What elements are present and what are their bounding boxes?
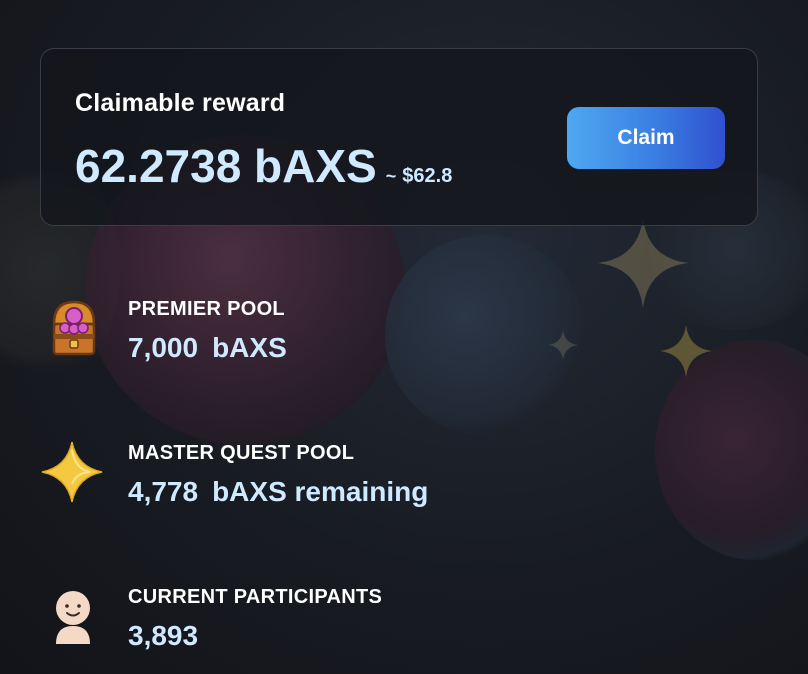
current-participants-value: 3,893 [128,620,199,651]
reward-amount-row: 62.2738 bAXS ~ $62.8 [75,139,452,193]
premier-pool-unit: bAXS [212,332,287,363]
claimable-reward-label: Claimable reward [75,89,286,117]
master-quest-pool-title: MASTER QUEST POOL [128,442,355,464]
claim-button[interactable]: Claim [567,107,725,169]
master-quest-pool-stat: MASTER QUEST POOL 4,778 bAXS remaining [0,441,808,522]
master-quest-pool-unit: bAXS remaining [212,476,429,507]
premier-pool-amount: 7,000 [128,332,199,363]
premier-pool-value: 7,000 bAXS [128,332,287,364]
star-icon [41,441,103,503]
current-participants-stat: CURRENT PARTICIPANTS 3,893 [0,586,808,666]
treasure-chest-icon [52,300,96,356]
master-quest-pool-amount: 4,778 [128,476,199,507]
premier-pool-stat: PREMIER POOL 7,000 bAXS [0,298,808,378]
master-quest-pool-value: 4,778 bAXS remaining [128,476,428,508]
claimable-reward-card: Claimable reward 62.2738 bAXS ~ $62.8 Cl… [40,48,758,226]
person-icon [56,591,90,644]
current-participants-title: CURRENT PARTICIPANTS [128,586,383,608]
premier-pool-title: PREMIER POOL [128,298,285,320]
reward-usd-value: $62.8 [402,165,453,187]
approx-symbol: ~ [385,166,397,186]
reward-amount: 62.2738 bAXS [75,140,377,192]
sparkle-icon [598,218,688,308]
